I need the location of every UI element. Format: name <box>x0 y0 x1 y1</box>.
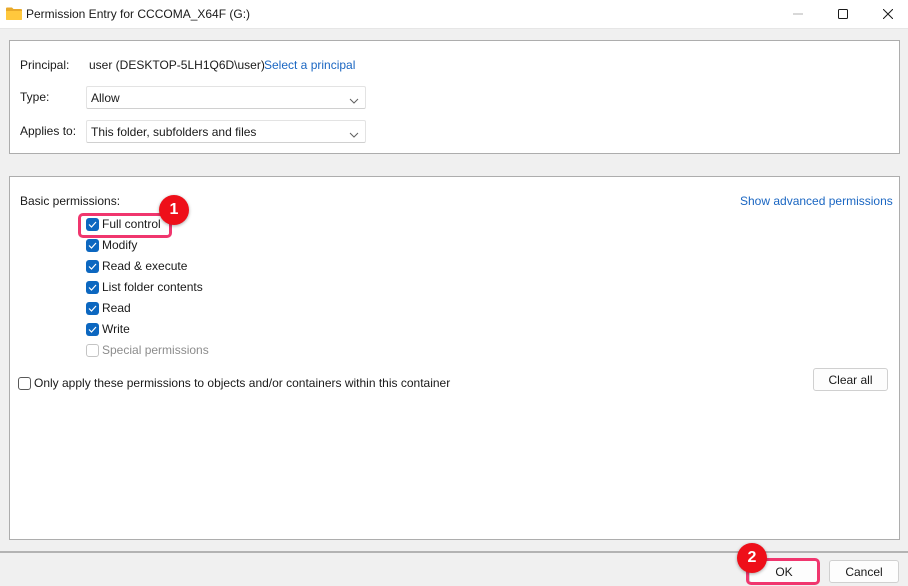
checkmark-icon <box>88 221 97 228</box>
permission-item[interactable]: Read <box>86 299 131 317</box>
principal-value: user (DESKTOP-5LH1Q6D\user) <box>89 58 265 72</box>
permission-checkbox <box>86 343 99 357</box>
permission-checkbox[interactable] <box>86 322 99 336</box>
permission-item[interactable]: Write <box>86 320 130 338</box>
maximize-button[interactable] <box>820 0 866 29</box>
permission-label: Special permissions <box>102 343 209 357</box>
basic-permissions-heading: Basic permissions: <box>20 194 121 208</box>
folder-icon <box>6 7 22 20</box>
show-advanced-permissions-link[interactable]: Show advanced permissions <box>740 194 893 208</box>
permission-label: Read <box>102 301 131 315</box>
permission-item[interactable]: Full control <box>86 215 161 233</box>
select-principal-link[interactable]: Select a principal <box>264 58 355 72</box>
only-apply-checkbox-row[interactable]: Only apply these permissions to objects … <box>18 374 450 392</box>
checkmark-icon <box>88 305 97 312</box>
permission-checkbox[interactable] <box>86 259 99 273</box>
title-bar: Permission Entry for CCCOMA_X64F (G:) <box>0 0 908 29</box>
permission-checkbox[interactable] <box>86 301 99 315</box>
permission-label: Read & execute <box>102 259 188 273</box>
window-title: Permission Entry for CCCOMA_X64F (G:) <box>26 7 251 21</box>
close-button[interactable] <box>865 0 908 29</box>
applies-to-label: Applies to: <box>20 124 77 138</box>
type-label: Type: <box>20 90 50 104</box>
step-1-badge: 1 <box>159 195 189 225</box>
clear-all-button[interactable]: Clear all <box>813 368 888 391</box>
permission-item[interactable]: Modify <box>86 236 137 254</box>
cancel-button[interactable]: Cancel <box>829 560 899 583</box>
type-selected-value: Allow <box>91 91 120 105</box>
type-dropdown[interactable]: Allow <box>86 86 366 109</box>
permissions-panel: Basic permissions: Show advanced permiss… <box>9 176 900 540</box>
permission-checkbox[interactable] <box>86 238 99 252</box>
checkmark-icon <box>88 284 97 291</box>
permission-checkbox[interactable] <box>86 217 99 231</box>
permission-label: Write <box>102 322 130 336</box>
applies-to-selected-value: This folder, subfolders and files <box>91 125 257 139</box>
checkmark-icon <box>88 242 97 249</box>
chevron-down-icon <box>349 128 359 138</box>
applies-to-dropdown[interactable]: This folder, subfolders and files <box>86 120 366 143</box>
permission-item[interactable]: List folder contents <box>86 278 203 296</box>
step-2-badge: 2 <box>737 543 767 573</box>
principal-panel: Principal: user (DESKTOP-5LH1Q6D\user) S… <box>9 40 900 154</box>
permission-item[interactable]: Read & execute <box>86 257 187 275</box>
footer-separator <box>0 551 908 553</box>
checkmark-icon <box>88 263 97 270</box>
chevron-down-icon <box>349 94 359 104</box>
permission-checkbox[interactable] <box>86 280 99 294</box>
only-apply-checkbox[interactable] <box>18 376 31 390</box>
minimize-icon <box>793 8 803 22</box>
permission-label: Full control <box>102 217 161 231</box>
permission-label: List folder contents <box>102 280 203 294</box>
permission-item: Special permissions <box>86 341 209 359</box>
minimize-button[interactable] <box>775 0 821 29</box>
principal-label: Principal: <box>20 58 70 72</box>
permission-label: Modify <box>102 238 138 252</box>
close-icon <box>882 8 894 22</box>
only-apply-label: Only apply these permissions to objects … <box>34 376 451 390</box>
maximize-icon <box>838 8 848 22</box>
checkmark-icon <box>88 326 97 333</box>
